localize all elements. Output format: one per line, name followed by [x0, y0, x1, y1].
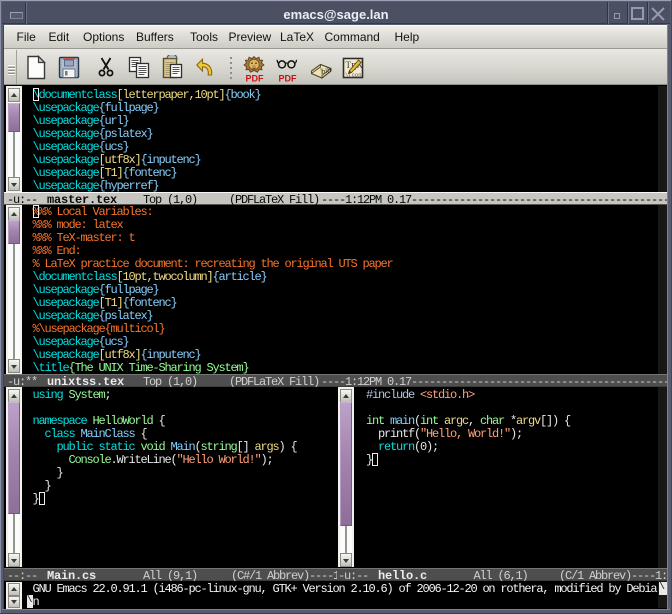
svg-text:PDF: PDF — [279, 74, 298, 84]
svg-text:bib: bib — [320, 65, 332, 76]
svg-text:\(con: \(con — [345, 72, 362, 79]
svg-text:PDF: PDF — [246, 74, 265, 84]
